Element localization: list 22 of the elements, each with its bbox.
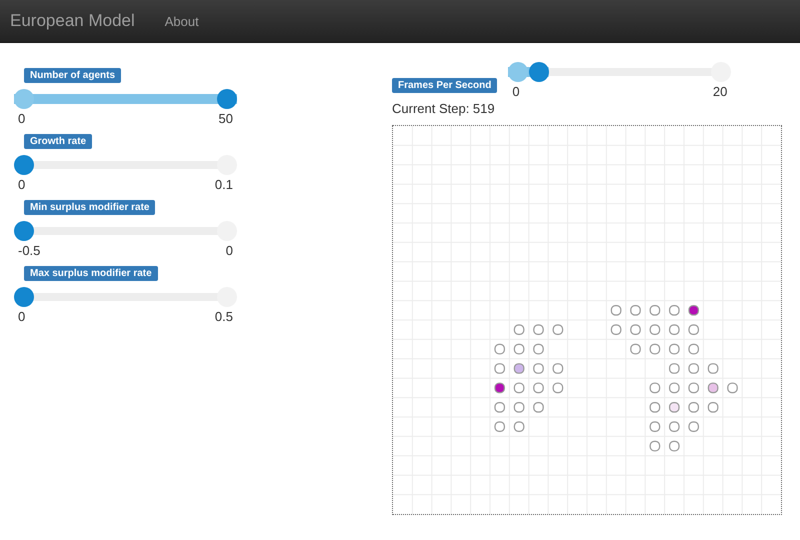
- slider-max: 0: [226, 243, 233, 258]
- slider-label: Max surplus modifier rate: [24, 266, 158, 281]
- slider[interactable]: [14, 286, 237, 308]
- slider-label: Min surplus modifier rate: [24, 200, 156, 215]
- slider[interactable]: [14, 154, 237, 176]
- slider[interactable]: [14, 220, 237, 242]
- slider-max: 20: [712, 84, 728, 99]
- slider-min: 0: [512, 84, 520, 99]
- slider-label: Number of agents: [24, 68, 122, 83]
- slider-max: 50: [218, 111, 233, 126]
- slider-min: 0: [18, 177, 26, 192]
- slider-label: Growth rate: [24, 134, 92, 149]
- slider-label: Frames Per Second: [392, 78, 498, 93]
- slider-min: 0: [18, 309, 26, 324]
- slider[interactable]: [508, 61, 732, 83]
- slider-min: -0.5: [18, 243, 40, 258]
- slider-max: 0.5: [214, 309, 233, 324]
- brand-title[interactable]: European Model: [10, 11, 135, 31]
- nav-link[interactable]: About: [164, 14, 199, 28]
- slider-min: 0: [18, 111, 26, 126]
- slider-max: 0.1: [214, 177, 233, 192]
- current-step: Current Step: 519: [392, 101, 782, 116]
